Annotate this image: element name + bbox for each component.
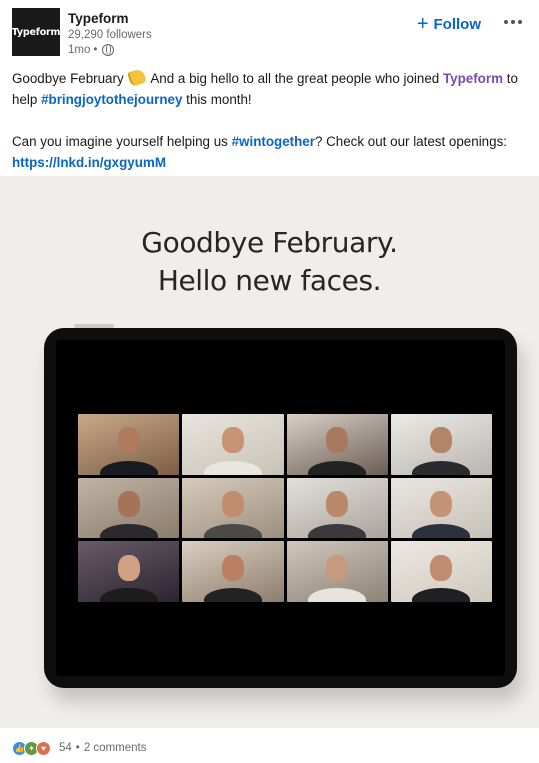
video-tile bbox=[390, 414, 492, 475]
company-logo[interactable]: Typeform bbox=[12, 8, 60, 56]
globe-icon bbox=[102, 44, 115, 56]
post-image[interactable]: Goodbye February. Hello new faces. bbox=[0, 176, 539, 728]
company-mention-link[interactable]: Typeform bbox=[443, 71, 503, 86]
hashtag-link[interactable]: #bringjoytothejourney bbox=[41, 92, 182, 107]
video-tile bbox=[182, 414, 284, 475]
video-tile bbox=[78, 541, 180, 602]
post-text-line: Goodbye February And a big hello to all … bbox=[12, 67, 532, 110]
reaction-count[interactable]: 54 bbox=[59, 742, 72, 754]
comment-count[interactable]: 2 comments bbox=[84, 742, 147, 754]
company-logo-text: Typeform bbox=[11, 26, 61, 38]
follow-label: Follow bbox=[433, 16, 482, 33]
follow-button[interactable]: + Follow bbox=[416, 13, 482, 35]
video-tile bbox=[286, 414, 388, 475]
post-time: 1mo bbox=[68, 44, 91, 56]
video-tile bbox=[182, 477, 284, 539]
post-meta: 1mo • bbox=[68, 44, 115, 56]
social-counts: 👍 ✦ ♥ 54 • 2 comments bbox=[12, 738, 146, 758]
follower-count: 29,290 followers bbox=[68, 29, 152, 41]
meta-separator: • bbox=[93, 44, 98, 56]
more-options-button[interactable] bbox=[499, 14, 527, 30]
post-text: Goodbye February And a big hello to all … bbox=[12, 67, 532, 173]
image-headline-line2: Hello new faces. bbox=[157, 264, 382, 297]
plus-icon: + bbox=[416, 13, 429, 35]
company-name[interactable]: Typeform bbox=[68, 11, 129, 26]
linkedin-post: Typeform Typeform 29,290 followers 1mo •… bbox=[0, 0, 539, 763]
waving-hand-icon bbox=[127, 67, 148, 88]
video-tile bbox=[78, 477, 180, 539]
video-tile bbox=[286, 541, 388, 602]
love-icon: ♥ bbox=[36, 740, 51, 756]
tablet-illustration bbox=[44, 328, 517, 688]
ellipsis-icon bbox=[504, 20, 508, 24]
video-tile bbox=[286, 477, 388, 539]
count-separator: • bbox=[75, 742, 80, 754]
hashtag-link[interactable]: #wintogether bbox=[232, 134, 315, 149]
tablet-screen bbox=[56, 340, 505, 676]
openings-link[interactable]: https://lnkd.in/gxgyumM bbox=[12, 155, 166, 170]
post-header: Typeform Typeform 29,290 followers 1mo •… bbox=[12, 8, 527, 60]
video-tile bbox=[182, 541, 284, 602]
image-headline-line1: Goodbye February. bbox=[141, 226, 398, 259]
reaction-icons[interactable]: 👍 ✦ ♥ bbox=[12, 740, 51, 756]
video-call-grid bbox=[78, 414, 492, 602]
video-tile bbox=[390, 541, 492, 602]
video-tile bbox=[78, 414, 180, 475]
post-text-line: Can you imagine yourself helping us #win… bbox=[12, 134, 507, 170]
video-tile bbox=[390, 477, 492, 539]
